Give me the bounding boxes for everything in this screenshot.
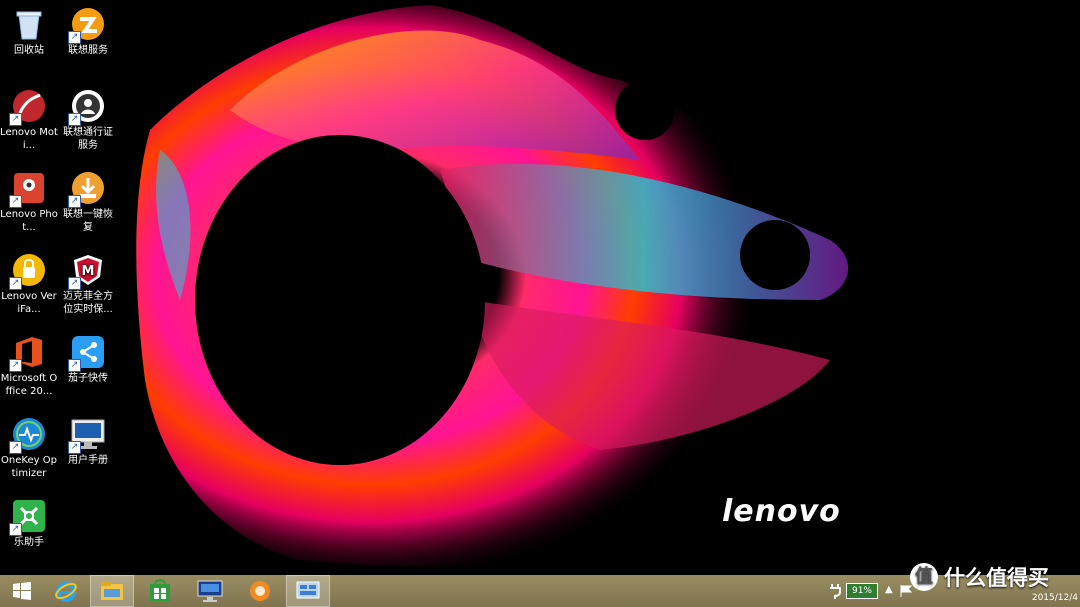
lenovo-service-icon: ↗ bbox=[68, 6, 106, 44]
desktop-icon[interactable]: ↗ OneKey Optimizer bbox=[0, 416, 58, 480]
desktop-icon[interactable]: ↗ 乐助手 bbox=[0, 498, 58, 549]
lenovo-motion-icon: ↗ bbox=[9, 88, 47, 126]
desktop-icon[interactable]: ↗ 联想一键恢复 bbox=[59, 170, 117, 234]
chevron-up-icon[interactable]: ▲ bbox=[885, 584, 893, 595]
watermark: 值 什么值得买 bbox=[910, 562, 1049, 592]
power-plug-icon[interactable] bbox=[828, 583, 842, 599]
lenovo-verifaces-icon: ↗ bbox=[9, 252, 47, 290]
watermark-text: 什么值得买 bbox=[944, 566, 1049, 590]
desktop-icon-label: 茄子快传 bbox=[68, 373, 108, 384]
lenovo-logo: lenovo bbox=[722, 494, 841, 529]
desktop-icon[interactable]: ↗ 用户手册 bbox=[59, 416, 117, 467]
wallpaper bbox=[0, 0, 1080, 575]
desktop-icon-label: 联想一键恢复 bbox=[63, 209, 113, 233]
desktop-icon-label: 迈克菲全方位实时保... bbox=[63, 291, 113, 315]
start-button[interactable] bbox=[0, 575, 44, 607]
file-explorer-button[interactable] bbox=[90, 575, 134, 607]
internet-explorer-button[interactable] bbox=[44, 575, 88, 607]
browser-icon bbox=[250, 581, 270, 601]
shortcut-arrow-icon: ↗ bbox=[68, 195, 81, 208]
desktop-icon[interactable]: ↗ 联想服务 bbox=[59, 6, 117, 57]
desktop-icon-label: 用户手册 bbox=[68, 455, 108, 466]
shareit-icon: ↗ bbox=[68, 334, 106, 372]
shortcut-arrow-icon: ↗ bbox=[9, 441, 22, 454]
shortcut-arrow-icon: ↗ bbox=[9, 277, 22, 290]
shortcut-arrow-icon: ↗ bbox=[68, 31, 81, 44]
desktop-icon-label: Microsoft Office 20... bbox=[0, 373, 58, 397]
user-manual-icon: ↗ bbox=[68, 416, 106, 454]
shortcut-arrow-icon: ↗ bbox=[9, 195, 22, 208]
start-icon bbox=[13, 582, 31, 600]
browser-button[interactable] bbox=[238, 575, 282, 607]
shortcut-arrow-icon: ↗ bbox=[9, 113, 22, 126]
desktop-icon-label: Lenovo Phot... bbox=[0, 209, 58, 233]
desktop-icon[interactable]: ↗ 联想通行证服务 bbox=[59, 88, 117, 152]
lenovo-monitor-button[interactable] bbox=[188, 575, 232, 607]
store-button[interactable] bbox=[138, 575, 182, 607]
recycle-bin-icon bbox=[11, 6, 47, 42]
shortcut-arrow-icon: ↗ bbox=[68, 113, 81, 126]
svg-text:M: M bbox=[82, 264, 95, 279]
onekey-optimizer-icon: ↗ bbox=[9, 416, 47, 454]
desktop-icon-label: OneKey Optimizer bbox=[1, 455, 57, 479]
clock-date[interactable]: 2015/12/4 bbox=[1008, 593, 1078, 603]
mcafee-icon: M ↗ bbox=[68, 252, 106, 290]
shortcut-arrow-icon: ↗ bbox=[68, 359, 81, 372]
shortcut-arrow-icon: ↗ bbox=[68, 277, 81, 290]
desktop-icon-label: Lenovo Moti... bbox=[0, 127, 58, 151]
shortcut-arrow-icon: ↗ bbox=[68, 441, 81, 454]
desktop-icon-label: 联想通行证服务 bbox=[63, 127, 113, 151]
battery-indicator[interactable]: 91% bbox=[846, 583, 878, 599]
desktop-icon-label: 回收站 bbox=[14, 45, 44, 56]
store-icon bbox=[150, 579, 170, 601]
file-explorer-icon bbox=[101, 582, 123, 600]
control-panel-button[interactable] bbox=[286, 575, 330, 607]
lenovo-id-icon: ↗ bbox=[68, 88, 106, 126]
internet-explorer-icon bbox=[55, 582, 77, 602]
lenovo-onekey-recovery-icon: ↗ bbox=[68, 170, 106, 208]
desktop-icon[interactable]: 回收站 bbox=[0, 6, 58, 57]
shortcut-arrow-icon: ↗ bbox=[9, 523, 22, 536]
lenovo-photo-icon: ↗ bbox=[9, 170, 47, 208]
lenovo-monitor-icon bbox=[197, 580, 223, 602]
watermark-badge: 值 bbox=[910, 563, 938, 591]
desktop-icon-label: 乐助手 bbox=[14, 537, 44, 548]
desktop-icon[interactable]: M ↗ 迈克菲全方位实时保... bbox=[59, 252, 117, 316]
desktop-icon-label: Lenovo VeriFa... bbox=[1, 291, 57, 315]
desktop-icon[interactable]: ↗ 茄子快传 bbox=[59, 334, 117, 385]
desktop-icon[interactable]: ↗ Lenovo VeriFa... bbox=[0, 252, 58, 316]
desktop-icon[interactable]: ↗ Microsoft Office 20... bbox=[0, 334, 58, 398]
desktop-icon-label: 联想服务 bbox=[68, 45, 108, 56]
desktop-icon[interactable]: ↗ Lenovo Phot... bbox=[0, 170, 58, 234]
office-icon: ↗ bbox=[9, 334, 47, 372]
shortcut-arrow-icon: ↗ bbox=[9, 359, 22, 372]
desktop-icon[interactable]: ↗ Lenovo Moti... bbox=[0, 88, 58, 152]
control-panel-icon bbox=[296, 581, 320, 599]
le-assistant-icon: ↗ bbox=[9, 498, 47, 536]
